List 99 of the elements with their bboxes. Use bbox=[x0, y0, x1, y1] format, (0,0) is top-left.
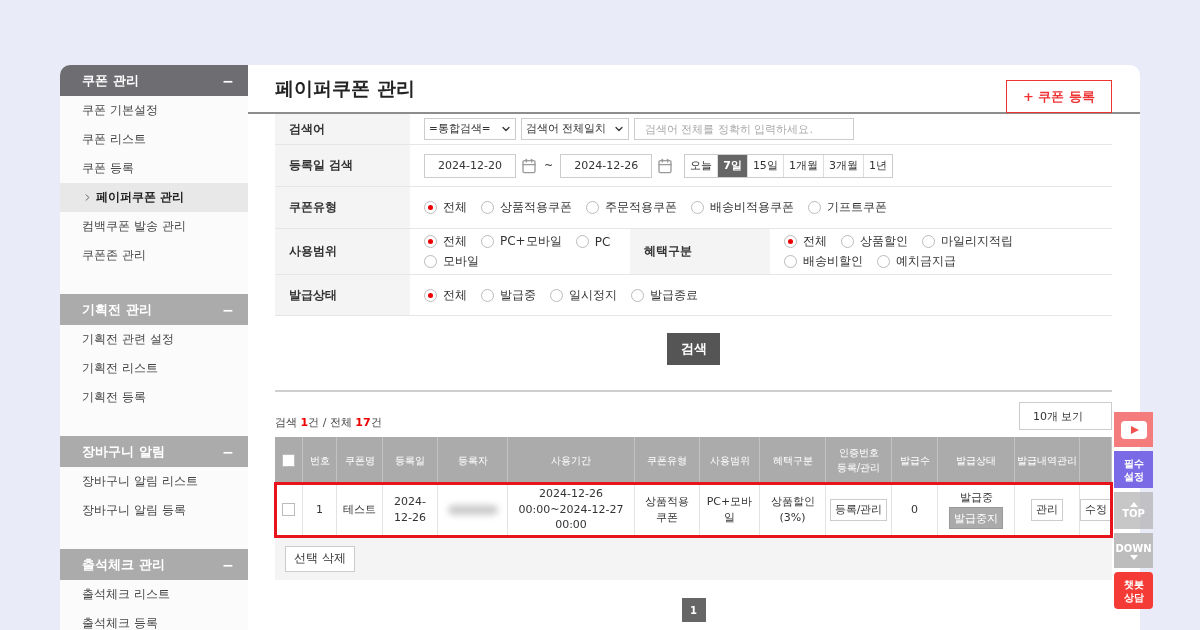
select-field[interactable]: =통합검색= bbox=[424, 118, 516, 140]
select-field[interactable]: 검색어 전체일치 bbox=[521, 118, 629, 140]
radio-label: 발급종료 bbox=[650, 286, 698, 304]
float-button[interactable]: 필수 설정 bbox=[1114, 451, 1153, 488]
radio-button[interactable] bbox=[424, 255, 437, 268]
table-cell: 0 bbox=[911, 501, 918, 518]
radio-button[interactable] bbox=[808, 201, 821, 214]
blurred-name bbox=[447, 504, 498, 515]
radio-label: 기프트쿠폰 bbox=[827, 199, 887, 216]
field-label: 등록일 검색 bbox=[275, 145, 410, 186]
group-title: 장바구니 알림 bbox=[82, 442, 165, 461]
radio-label: 배송비적용쿠폰 bbox=[710, 199, 794, 216]
radio-label: 상품적용쿠폰 bbox=[500, 199, 572, 216]
radio-label: 상품할인 bbox=[860, 233, 908, 250]
sidebar-item[interactable]: 장바구니 알림 등록 bbox=[60, 496, 248, 525]
radio-button[interactable] bbox=[784, 255, 797, 268]
sidebar-item[interactable]: 쿠폰 기본설정 bbox=[60, 96, 248, 125]
date-field[interactable]: 2024-12-20 bbox=[424, 153, 516, 178]
delete-button[interactable]: 선택 삭제 bbox=[285, 545, 355, 572]
edit-button[interactable]: 수정 bbox=[1079, 498, 1112, 521]
radio-button[interactable] bbox=[481, 235, 494, 248]
calendar-icon[interactable] bbox=[657, 157, 674, 174]
sidebar-item[interactable]: 페이퍼쿠폰 관리 bbox=[60, 183, 248, 212]
collapse-toggle[interactable]: − bbox=[222, 72, 234, 89]
radio-label: 주문적용쿠폰 bbox=[605, 199, 677, 216]
sidebar-item[interactable]: 쿠폰 등록 bbox=[60, 154, 248, 183]
register-button[interactable]: + 쿠폰 등록 bbox=[1006, 80, 1112, 113]
radio-button[interactable] bbox=[481, 201, 494, 214]
table-cell: PC+모바일 bbox=[706, 494, 753, 525]
manage-button[interactable]: 등록/관리 bbox=[829, 498, 888, 521]
table-cell-text: 2024-12-26 00:00~2024-12-27 00:00 bbox=[517, 486, 625, 533]
field-label: 검색어 bbox=[275, 114, 410, 144]
sidebar-item[interactable]: 기획전 리스트 bbox=[60, 354, 248, 383]
field-label: 사용범위 bbox=[275, 229, 410, 274]
radio-label: 전체 bbox=[443, 199, 467, 216]
calendar-icon[interactable] bbox=[521, 157, 537, 174]
radio-button[interactable] bbox=[691, 201, 704, 214]
radio-label: 예치금지급 bbox=[896, 253, 956, 270]
radio-label: 일시정지 bbox=[569, 286, 617, 304]
video-button[interactable] bbox=[1114, 412, 1153, 447]
sidebar-item[interactable]: 출석체크 등록 bbox=[60, 609, 248, 630]
sidebar-group-header[interactable]: 쿠폰 관리 − bbox=[60, 65, 248, 96]
search-field[interactable]: 검색어 전체를 정확히 입력하세요. bbox=[634, 118, 854, 140]
radio-label: 마일리지적립 bbox=[941, 233, 1013, 250]
sidebar-item[interactable]: 기획전 관련 설정 bbox=[60, 325, 248, 354]
radio-label: 전체 bbox=[443, 286, 467, 304]
sidebar-item[interactable]: 장바구니 알림 리스트 bbox=[60, 467, 248, 496]
sidebar-item[interactable]: 컴백쿠폰 발송 관리 bbox=[60, 212, 248, 241]
period-button[interactable]: 7일 bbox=[718, 154, 748, 177]
field-label: 혜택구분 bbox=[630, 229, 770, 274]
radio-button[interactable] bbox=[481, 288, 494, 302]
caret-down-icon bbox=[1129, 554, 1138, 560]
page-title: 페이퍼쿠폰 관리 bbox=[275, 75, 415, 101]
radio-button[interactable] bbox=[922, 235, 935, 248]
table-cell-text: 2024-12-26 bbox=[393, 494, 427, 525]
table-cell-text: 상품할인(3%) bbox=[769, 494, 816, 525]
radio-button[interactable] bbox=[631, 288, 644, 302]
date-field[interactable]: 2024-12-26 bbox=[560, 153, 653, 178]
caret-up-icon bbox=[1129, 501, 1138, 507]
group-title: 쿠폰 관리 bbox=[82, 71, 139, 90]
radio-label: 전체 bbox=[803, 233, 827, 250]
radio-button[interactable] bbox=[424, 201, 437, 214]
radio-button[interactable] bbox=[424, 235, 437, 248]
sidebar-item[interactable]: 기획전 등록 bbox=[60, 383, 248, 412]
table-cell: 테스트 bbox=[343, 501, 376, 518]
group-title: 기획전 관리 bbox=[82, 300, 152, 319]
radio-button[interactable] bbox=[586, 201, 599, 214]
float-button[interactable]: 챗봇 상담 bbox=[1114, 572, 1153, 609]
sidebar-item[interactable]: 출석체크 리스트 bbox=[60, 580, 248, 609]
search-button[interactable]: 검색 bbox=[667, 333, 720, 365]
checkbox[interactable] bbox=[282, 503, 295, 516]
radio-button[interactable] bbox=[841, 235, 854, 248]
result-count: 검색 1건 / 전체 17건 bbox=[275, 415, 382, 430]
radio-label: 발급중 bbox=[500, 286, 536, 304]
sidebar-item[interactable]: 쿠폰존 관리 bbox=[60, 241, 248, 270]
page-button[interactable]: 1 bbox=[681, 598, 706, 622]
radio-button[interactable] bbox=[424, 288, 437, 302]
radio-label: PC bbox=[594, 234, 611, 249]
radio-button[interactable] bbox=[784, 235, 797, 248]
sidebar-item[interactable]: 쿠폰 리스트 bbox=[60, 125, 248, 154]
radio-label: 모바일 bbox=[443, 253, 479, 270]
range-separator: ~ bbox=[544, 159, 554, 172]
radio-button[interactable] bbox=[550, 288, 563, 302]
manage-button[interactable]: 관리 bbox=[1031, 498, 1063, 521]
radio-label: PC+모바일 bbox=[500, 233, 562, 250]
checkbox[interactable] bbox=[282, 453, 295, 467]
field-label: 발급상태 bbox=[275, 275, 410, 315]
page-size-select[interactable]: 10개 보기 bbox=[1019, 402, 1112, 430]
group-title: 출석체크 관리 bbox=[82, 555, 165, 574]
status-text: 발급중 bbox=[959, 489, 993, 506]
radio-button[interactable] bbox=[877, 255, 890, 268]
radio-button[interactable] bbox=[575, 235, 589, 248]
table-row[interactable]: 1 테스트 2024-12-26 2024-12-26 00:00~2024-12-27 00:00 상품적용쿠폰 PC+모바일 상품할인(3%) 등록/관리 0 발급중 발급중지 관리 수정 bbox=[275, 483, 1112, 537]
table-cell-text: 상품적용쿠폰 bbox=[644, 494, 690, 525]
radio-label: 전체 bbox=[443, 233, 467, 250]
table-cell: 1 bbox=[316, 501, 323, 518]
field-label: 쿠폰유형 bbox=[275, 187, 410, 228]
radio-label: 배송비할인 bbox=[803, 253, 863, 270]
play-icon bbox=[1120, 420, 1147, 439]
